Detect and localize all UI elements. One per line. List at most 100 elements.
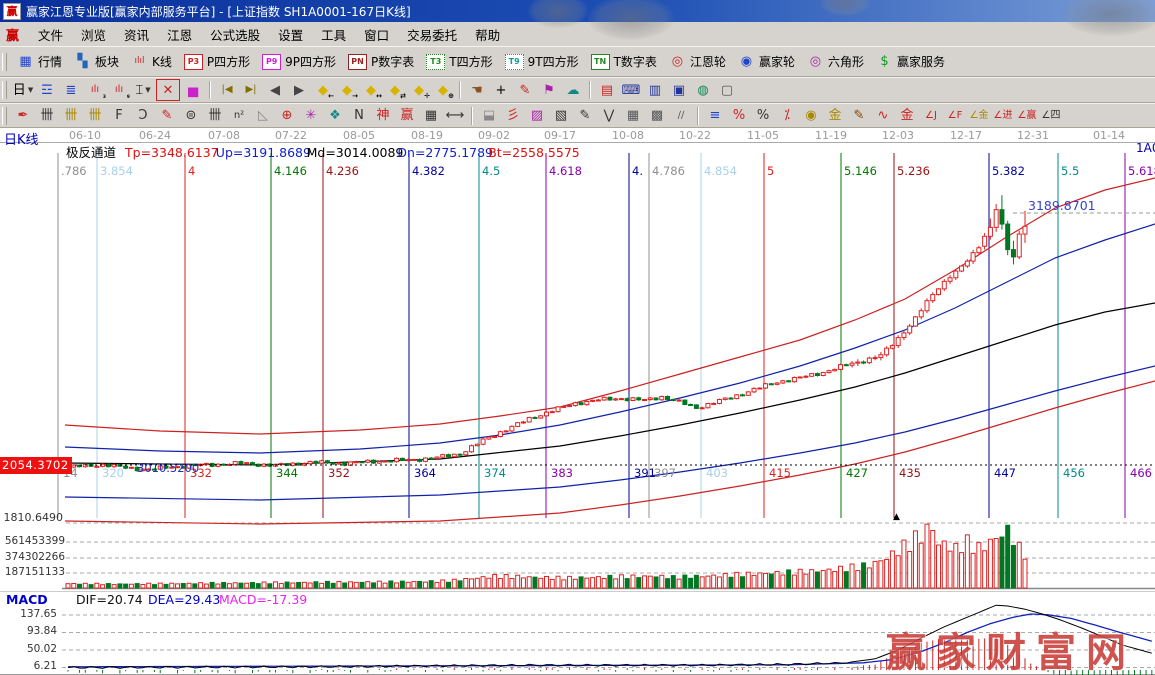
menu-item-浏览[interactable]: 浏览 [72,23,115,46]
pattern-box-icon[interactable]: ✕ [156,79,180,101]
shift-left-icon[interactable]: ◆← [312,80,334,100]
toolbar-grip[interactable] [2,53,7,71]
menu-item-窗口[interactable]: 窗口 [355,23,398,46]
draw-angle-si-icon[interactable]: ∠四 [1040,106,1062,126]
draw-purple-fan-box-icon[interactable]: ▨ [526,106,548,126]
draw-stats-tool-icon[interactable]: ≡ [704,106,726,126]
pen-tool-icon[interactable]: ✎ [514,80,536,100]
crosshair-tool-icon[interactable]: + [490,80,512,100]
draw-v-lines-icon[interactable]: ⋁ [598,106,620,126]
expand-icon[interactable]: ◆✛ [408,80,430,100]
draw-brown-pen-icon[interactable]: ✎ [848,106,870,126]
toolbar-button-winner-service[interactable]: $赢家服务 [870,51,951,72]
draw-dark-fan-box-icon[interactable]: ▧ [550,106,572,126]
menu-item-公式选股[interactable]: 公式选股 [201,23,269,46]
draw-line-pen-icon[interactable]: ✎ [574,106,596,126]
draw-purple-web-icon[interactable]: ✳ [300,106,322,126]
save-tool-icon[interactable]: ▣ [668,80,690,100]
compress-icon[interactable]: ◆⇄ [384,80,406,100]
draw-comb-plain-icon[interactable]: 卌 [204,106,226,126]
shift-right-icon[interactable]: ◆→ [336,80,358,100]
draw-grid-pen-icon[interactable]: ✎ [156,106,178,126]
draw-grid-comb-icon[interactable]: 卌 [36,106,58,126]
period-day-combo-icon[interactable]: 日▼ [12,80,34,100]
draw-free-pen-icon[interactable]: ✒ [12,106,34,126]
flag-tool-icon[interactable]: ⚑ [538,80,560,100]
draw-red-fan-icon[interactable]: 彡 [502,106,524,126]
toolbar-button-sectors[interactable]: ▚板块 [68,51,125,72]
draw-red-gold-rule-icon[interactable]: 金 [896,106,918,126]
menu-item-工具[interactable]: 工具 [312,23,355,46]
toolbar-button-9p-square[interactable]: P99P四方形 [256,51,342,72]
zoom-horizontal-icon[interactable]: ◆↔ [360,80,382,100]
mini-bars-3-icon[interactable]: ılı₃ [84,80,106,100]
first-bar-icon[interactable]: |◀ [216,80,238,100]
candle-style-combo-icon[interactable]: ⌶▼ [132,80,154,100]
toolbar-button-gann-wheel[interactable]: ◎江恩轮 [663,51,732,72]
info-list-icon[interactable]: ≣ [60,80,82,100]
last-bar-icon[interactable]: ▶| [240,80,262,100]
mini-bars-9-icon[interactable]: ılı₉ [108,80,130,100]
draw-percent-icon[interactable]: % [752,106,774,126]
draw-percent-bar-icon[interactable]: % [728,106,750,126]
draw-width-arrow-icon[interactable]: ⟷ [444,106,466,126]
draw-red-compass-icon[interactable]: ⊕ [276,106,298,126]
cloud-tool-icon[interactable]: ☁ [562,80,584,100]
macd-panel-title[interactable]: MACD [6,594,48,607]
draw-shen-comb-icon[interactable]: 神 [372,106,394,126]
draw-gold-circle-icon[interactable]: ◉ [800,106,822,126]
menu-item-资讯[interactable]: 资讯 [115,23,158,46]
prev-bar-icon[interactable]: ◀ [264,80,286,100]
toolbar-button-t-square[interactable]: T3T四方形 [420,51,498,72]
draw-hook-tool-icon[interactable]: Ɔ [132,106,154,126]
toolbar-button-kline[interactable]: ılılK线 [125,51,178,72]
toolbar-button-winner-wheel[interactable]: ◉赢家轮 [732,51,801,72]
toolbar-button-9t-square[interactable]: T99T四方形 [499,51,585,72]
draw-angle-jin-icon[interactable]: ∠进 [992,106,1014,126]
menu-item-江恩[interactable]: 江恩 [158,23,201,46]
reset-view-icon[interactable]: ◆⊕ [432,80,454,100]
export-tool-icon[interactable]: ▢ [716,80,738,100]
toolbar-button-t-number-table[interactable]: TNT数字表 [585,51,663,72]
menu-item-设置[interactable]: 设置 [269,23,312,46]
draw-gold-comb-b-icon[interactable]: 卌 [84,106,106,126]
draw-angle-ruler-icon[interactable]: ◺ [252,106,274,126]
toolbar-button-hexagon[interactable]: ◎六角形 [801,51,870,72]
web-tool-icon[interactable]: ◍ [692,80,714,100]
draw-percent-lines-icon[interactable]: ⁒ [776,106,798,126]
draw-n2-comb-icon[interactable]: n² [228,106,250,126]
draw-ying-comb-icon[interactable]: 赢 [396,106,418,126]
calendar-tool-icon[interactable]: ▤ [596,80,618,100]
toolbar-button-p-number-table[interactable]: PNP数字表 [342,51,420,72]
toolbar-button-quotes[interactable]: ▦行情 [11,51,68,72]
toolbar-grip[interactable] [2,107,7,125]
draw-angle-f-icon[interactable]: ∠F [944,106,966,126]
toolbar-grip[interactable] [2,81,7,99]
chart-pattern-icon[interactable]: ☲ [36,80,58,100]
color-histogram-icon[interactable]: ▅ [182,80,204,100]
draw-gold-comb-a-icon[interactable]: 卌 [60,106,82,126]
draw-grid-box-icon[interactable]: ▦ [420,106,442,126]
draw-slash-lines-icon[interactable]: ∕∕ [670,106,692,126]
draw-red-wave-icon[interactable]: ∿ [872,106,894,126]
draw-angle-ying-icon[interactable]: ∠赢 [1016,106,1038,126]
draw-teal-star-icon[interactable]: ❖ [324,106,346,126]
draw-grid-b-icon[interactable]: ▩ [646,106,668,126]
next-bar-icon[interactable]: ▶ [288,80,310,100]
draw-f-comb-icon[interactable]: F [108,106,130,126]
draw-angle-gold-icon[interactable]: ∠金 [968,106,990,126]
calculator-tool-icon[interactable]: ⌨ [620,80,642,100]
notepad-tool-icon[interactable]: ▥ [644,80,666,100]
draw-circle-grid-icon[interactable]: ⊜ [180,106,202,126]
draw-nu-mark-icon[interactable]: Ν [348,106,370,126]
draw-angle-j-icon[interactable]: ∠J [920,106,942,126]
draw-window-box-icon[interactable]: ⬓ [478,106,500,126]
menu-item-帮助[interactable]: 帮助 [466,23,509,46]
hand-tool-icon[interactable]: ☚ [466,80,488,100]
menu-item-文件[interactable]: 文件 [29,23,72,46]
toolbar-button-p-square[interactable]: P3P四方形 [178,51,256,72]
period-label[interactable]: 日K线 [4,134,39,147]
menu-item-交易委托[interactable]: 交易委托 [398,23,466,46]
draw-gold-rule-icon[interactable]: 金 [824,106,846,126]
draw-grid-a-icon[interactable]: ▦ [622,106,644,126]
